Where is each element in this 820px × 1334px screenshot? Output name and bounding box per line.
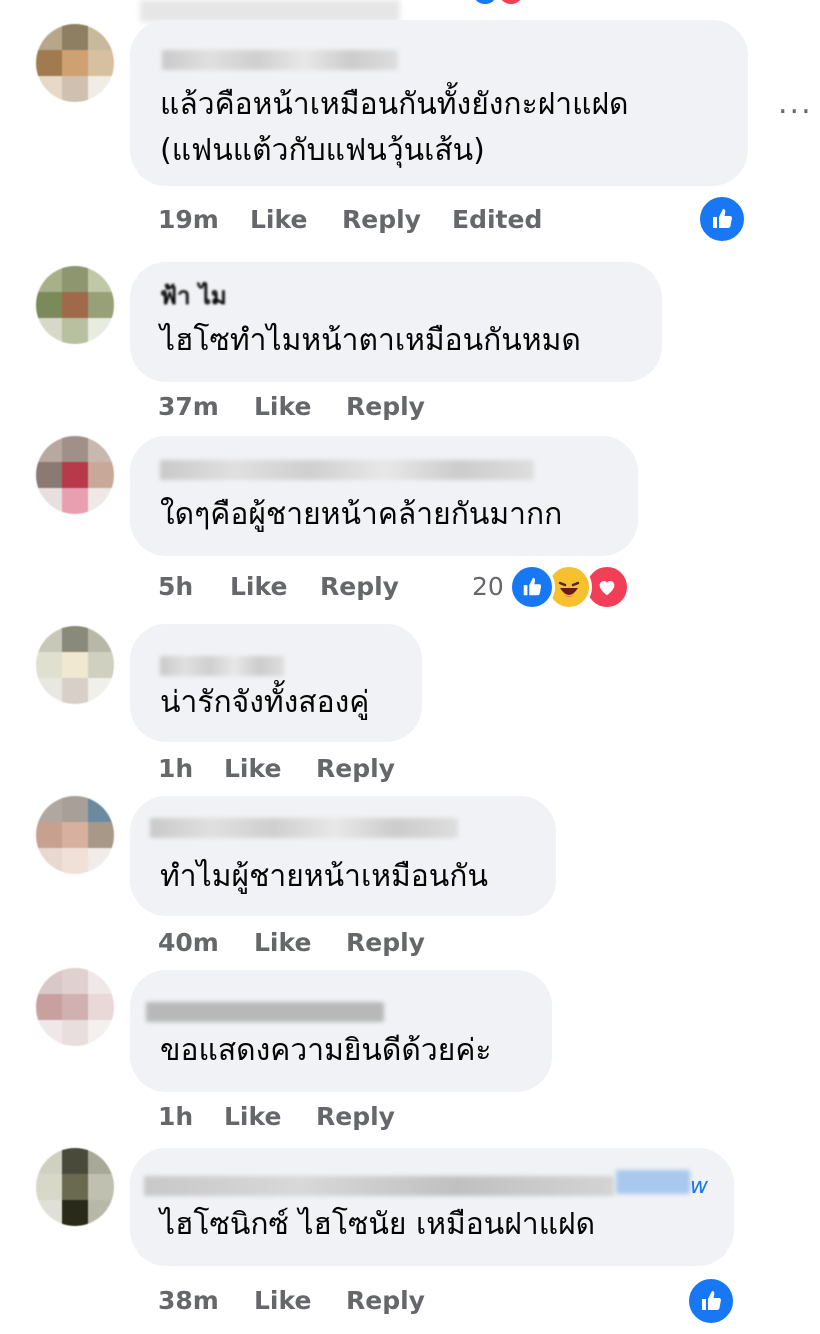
like-link[interactable]: Like	[254, 1286, 346, 1315]
comment-text: ทำไมผู้ชายหน้าเหมือนกัน	[160, 859, 488, 894]
commenter-name-blurred[interactable]	[160, 460, 534, 480]
more-options-icon[interactable]: ...	[778, 86, 813, 121]
like-reaction-icon[interactable]	[697, 194, 747, 244]
like-link[interactable]: Like	[254, 392, 346, 421]
reply-link[interactable]: Reply	[346, 1286, 425, 1315]
commenter-name-blurred[interactable]	[160, 656, 284, 676]
edited-label: Edited	[452, 205, 543, 234]
comment-text: ขอแสดงความยินดีด้วยค่ะ	[160, 1033, 492, 1068]
comment-time[interactable]: 40m	[158, 928, 254, 957]
comment-time[interactable]: 37m	[158, 392, 254, 421]
reply-link[interactable]: Reply	[346, 392, 425, 421]
comment-meta: 5h Like Reply 20	[158, 572, 504, 601]
reply-link[interactable]: Reply	[342, 205, 452, 234]
avatar[interactable]	[36, 1148, 114, 1226]
top-reaction-remnant-2	[500, 0, 522, 4]
like-link[interactable]: Like	[230, 572, 320, 601]
like-reaction-icon[interactable]	[686, 1276, 736, 1326]
reply-link[interactable]: Reply	[316, 754, 395, 783]
avatar[interactable]	[36, 24, 114, 102]
comment-bubble: น่ารักจังทั้งสองคู่	[130, 624, 422, 742]
comment-bubble: แล้วคือหน้าเหมือนกันทั้งยังกะฝาแฝด (แฟนแ…	[130, 20, 748, 186]
commenter-name-blurred[interactable]	[150, 818, 458, 838]
avatar[interactable]	[36, 436, 114, 514]
avatar[interactable]	[36, 266, 114, 344]
commenter-name-suffix: w	[690, 1174, 708, 1199]
comment-time[interactable]: 19m	[158, 205, 250, 234]
reply-link[interactable]: Reply	[316, 1102, 395, 1131]
like-reaction-icon[interactable]	[509, 564, 555, 610]
comment-bubble: ฟ้า ไม ไฮโซทำไมหน้าตาเหมือนกันหมด	[130, 262, 662, 382]
commenter-name-blurred[interactable]	[144, 1176, 614, 1196]
comment-meta: 37m Like Reply	[158, 392, 425, 421]
like-link[interactable]: Like	[224, 754, 316, 783]
comment-time[interactable]: 38m	[158, 1286, 254, 1315]
comment-meta: 40m Like Reply	[158, 928, 425, 957]
avatar[interactable]	[36, 796, 114, 874]
like-link[interactable]: Like	[224, 1102, 316, 1131]
like-link[interactable]: Like	[250, 205, 342, 234]
commenter-name-partial[interactable]: ฟ้า ไม	[160, 276, 270, 310]
avatar[interactable]	[36, 968, 114, 1046]
top-name-blur-remnant	[140, 0, 400, 22]
comment-meta: 38m Like Reply	[158, 1286, 425, 1315]
commenter-badge-blurred	[616, 1170, 690, 1194]
comment-bubble: w ไฮโซนิกซ์ ไฮโซนัย เหมือนฝาแฝด	[130, 1148, 734, 1266]
comment-meta: 1h Like Reply	[158, 754, 395, 783]
comment-time[interactable]: 1h	[158, 1102, 224, 1131]
comment-meta: 19m Like Reply Edited	[158, 205, 542, 234]
comment-text: น่ารักจังทั้งสองคู่	[160, 685, 370, 720]
like-link[interactable]: Like	[254, 928, 346, 957]
reply-link[interactable]: Reply	[320, 572, 472, 601]
comment-time[interactable]: 5h	[158, 572, 230, 601]
avatar[interactable]	[36, 626, 114, 704]
comment-bubble: ขอแสดงความยินดีด้วยค่ะ	[130, 970, 552, 1092]
reaction-count[interactable]: 20	[472, 572, 504, 601]
comment-text: แล้วคือหน้าเหมือนกันทั้งยังกะฝาแฝด (แฟนแ…	[160, 87, 629, 168]
reply-link[interactable]: Reply	[346, 928, 425, 957]
comment-text: ไฮโซนิกซ์ ไฮโซนัย เหมือนฝาแฝด	[160, 1207, 596, 1242]
commenter-name-blurred[interactable]	[146, 1002, 384, 1022]
comment-text: ไฮโซทำไมหน้าตาเหมือนกันหมด	[160, 323, 581, 358]
comment-time[interactable]: 1h	[158, 754, 224, 783]
comment-text: ใดๆคือผู้ชายหน้าคล้ายกันมากก	[160, 497, 563, 532]
commenter-name-blurred[interactable]	[162, 50, 398, 70]
comment-bubble: ใดๆคือผู้ชายหน้าคล้ายกันมากก	[130, 436, 638, 556]
top-reaction-remnant	[474, 0, 496, 4]
comment-meta: 1h Like Reply	[158, 1102, 395, 1131]
comment-bubble: ทำไมผู้ชายหน้าเหมือนกัน	[130, 796, 556, 916]
